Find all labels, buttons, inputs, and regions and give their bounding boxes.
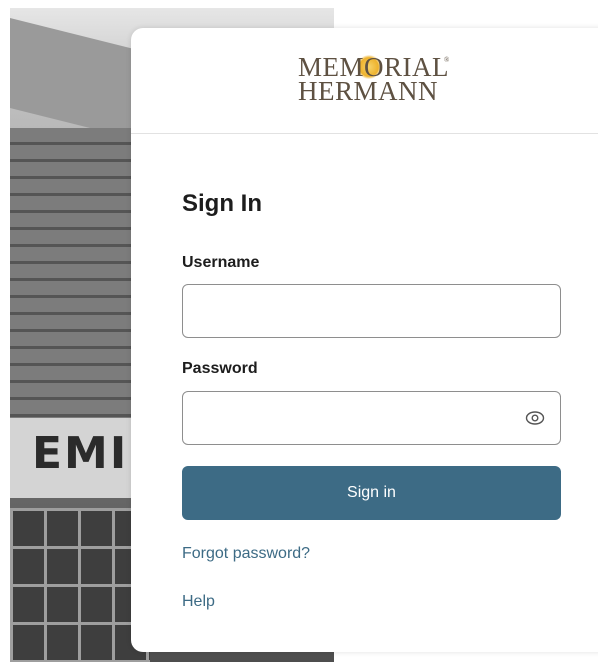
background-windows — [10, 508, 150, 662]
username-input[interactable] — [182, 284, 561, 338]
logo-registered-mark: ® — [444, 56, 450, 64]
background-sign-text: EMI — [32, 428, 129, 479]
page-title: Sign In — [182, 190, 262, 217]
forgot-password-link[interactable]: Forgot password? — [182, 545, 310, 563]
password-input[interactable] — [182, 391, 561, 445]
password-label: Password — [182, 360, 258, 377]
eye-icon[interactable] — [525, 409, 545, 427]
login-card: MEMORIAL HERMANN ® Sign In Username Pass… — [131, 28, 598, 652]
help-link[interactable]: Help — [182, 593, 215, 611]
card-header: MEMORIAL HERMANN ® — [131, 28, 598, 134]
sign-in-button[interactable]: Sign in — [182, 466, 561, 520]
memorial-hermann-logo: MEMORIAL HERMANN ® — [298, 54, 458, 108]
username-label: Username — [182, 254, 260, 271]
logo-line2: HERMANN — [298, 76, 439, 106]
background-facade — [10, 128, 150, 428]
